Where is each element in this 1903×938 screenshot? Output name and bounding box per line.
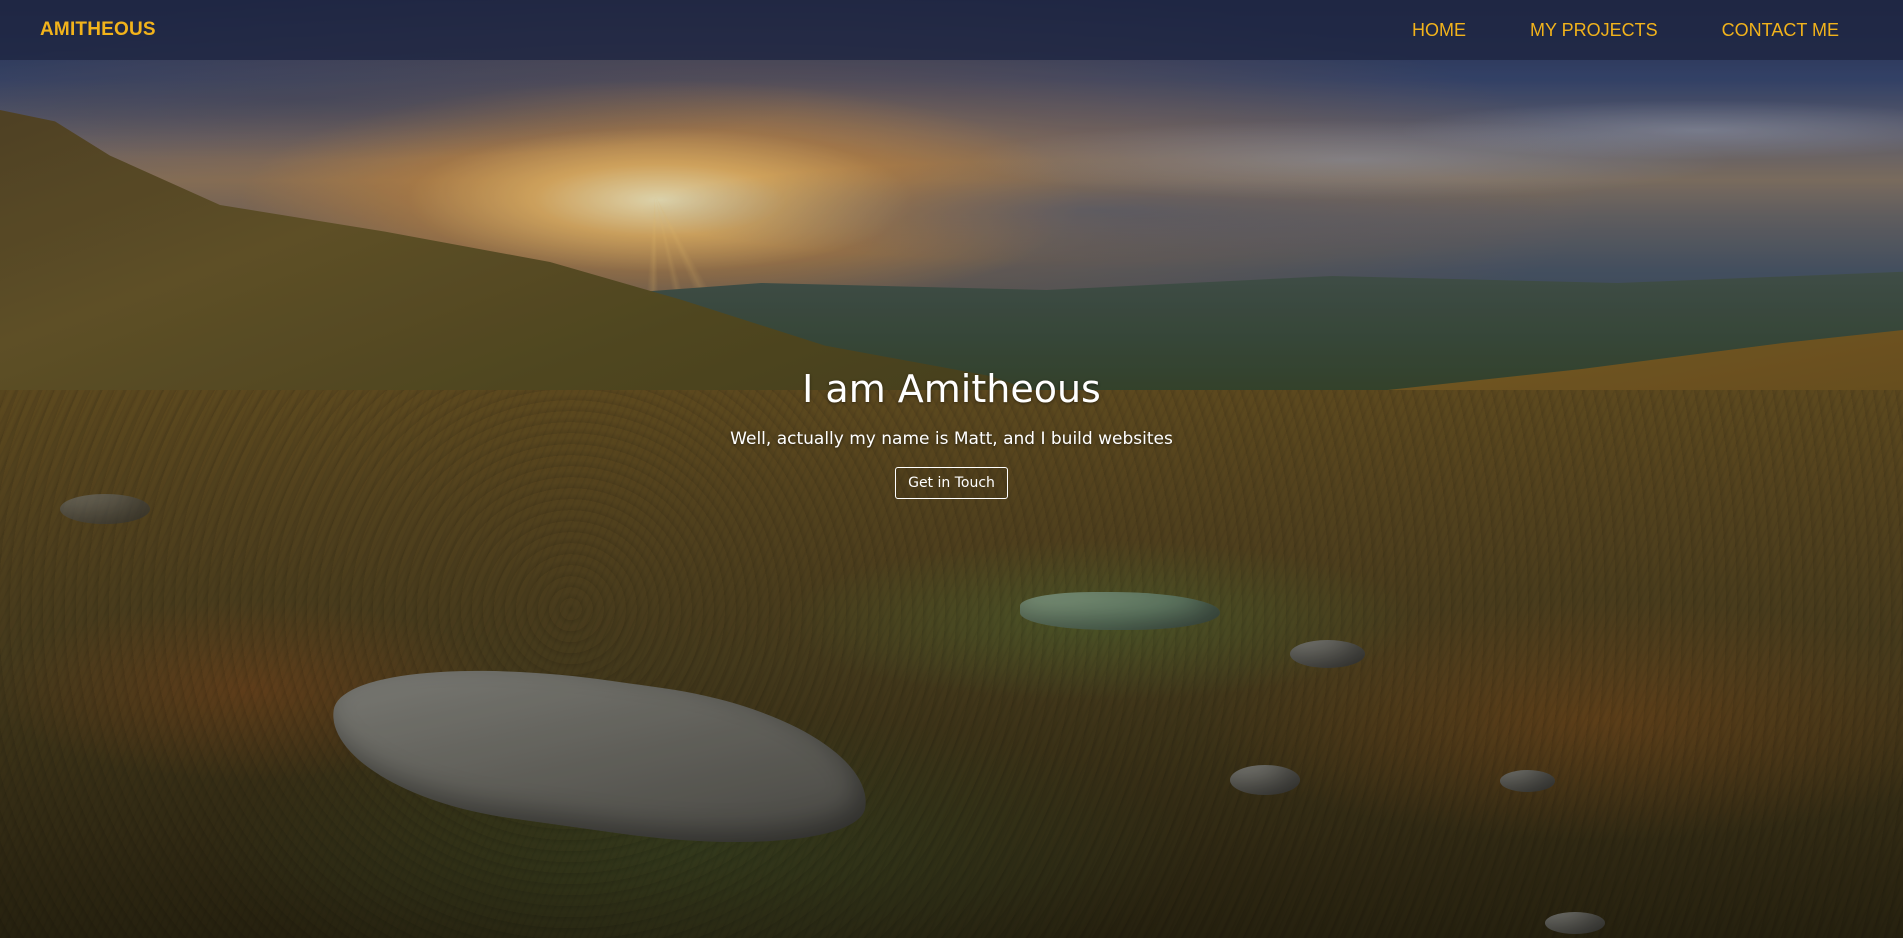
navbar: AMITHEOUS HOME MY PROJECTS CONTACT ME: [0, 0, 1903, 60]
nav-links: HOME MY PROJECTS CONTACT ME: [1412, 20, 1839, 41]
hero-title: I am Amitheous: [802, 367, 1101, 411]
get-in-touch-button[interactable]: Get in Touch: [895, 467, 1008, 499]
nav-link-home[interactable]: HOME: [1412, 20, 1466, 41]
brand-logo-link[interactable]: AMITHEOUS: [40, 19, 156, 41]
nav-link-contact-me[interactable]: CONTACT ME: [1722, 20, 1839, 41]
hero-subtitle: Well, actually my name is Matt, and I bu…: [730, 429, 1173, 449]
page: AMITHEOUS HOME MY PROJECTS CONTACT ME I …: [0, 0, 1903, 938]
hero-section: I am Amitheous Well, actually my name is…: [0, 370, 1903, 499]
nav-link-my-projects[interactable]: MY PROJECTS: [1530, 20, 1658, 41]
